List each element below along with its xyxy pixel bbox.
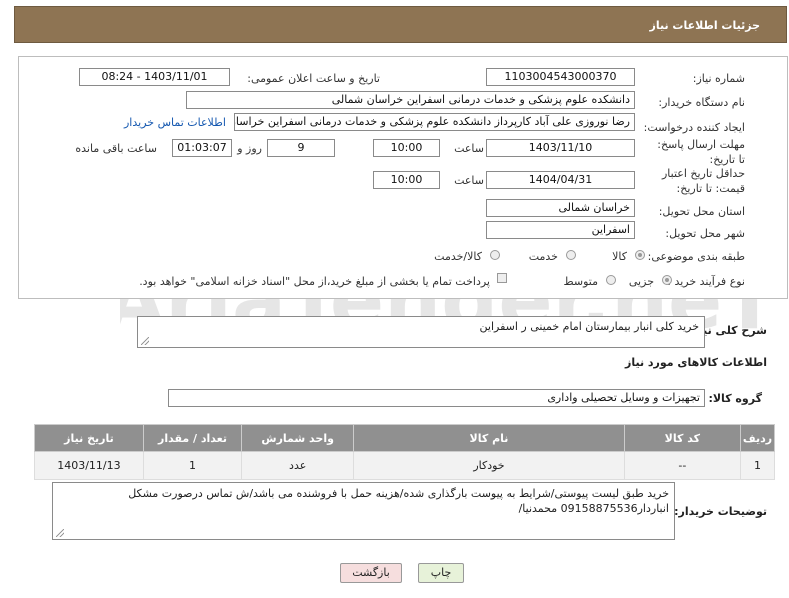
validity-date-field: 1404/04/31: [486, 171, 635, 189]
category-service-radio[interactable]: [566, 250, 576, 260]
deadline-time-field: 10:00: [373, 139, 440, 157]
goods-group-label: گروه کالا:: [708, 392, 762, 405]
buyer-org-label: نام دستگاه خریدار:: [658, 96, 745, 109]
treasury-checkbox[interactable]: [497, 273, 507, 283]
announce-label: تاریخ و ساعت اعلان عمومی:: [247, 72, 380, 85]
buyer-notes-text: خرید طبق لیست پیوستی/شرایط به پیوست بارگ…: [128, 487, 669, 515]
buyer-contact-link[interactable]: اطلاعات تماس خریدار: [124, 116, 226, 129]
need-number-label: شماره نیاز:: [692, 72, 745, 85]
process-minor-label: جزیی: [628, 275, 654, 288]
item-date-cell: 1403/11/13: [34, 451, 144, 480]
category-service-label: خدمت: [528, 250, 558, 263]
remaining-days-field: 9: [267, 139, 335, 157]
days-label: روز و: [237, 142, 262, 155]
category-both-label: کالا/خدمت: [434, 250, 482, 263]
col-qty-header: تعداد / مقدار: [142, 424, 243, 452]
row-index-cell: 1: [739, 451, 776, 480]
buyer-notes-label: توضیحات خریدار:: [674, 505, 767, 518]
summary-textarea[interactable]: خرید کلی انبار بیمارستان امام خمینی ر اس…: [137, 316, 705, 348]
item-qty-cell: 1: [142, 451, 243, 480]
category-goods-label: کالا: [612, 250, 627, 263]
validity-label: حداقل تاریخ اعتبار قیمت: تا تاریخ:: [661, 167, 745, 195]
goods-group-field: تجهیزات و وسایل تحصیلی واداری: [168, 389, 705, 407]
city-label: شهر محل تحویل:: [665, 227, 745, 240]
need-number-field: 1103004543000370: [486, 68, 635, 86]
process-label: نوع فرآیند خرید :: [667, 275, 745, 288]
remaining-time-field: 01:03:07: [172, 139, 232, 157]
validity-time-field: 10:00: [373, 171, 440, 189]
page-header: جزئیات اطلاعات نیاز: [14, 6, 787, 43]
announce-datetime-field: 1403/11/01 - 08:24: [79, 68, 230, 86]
item-unit-cell: عدد: [241, 451, 355, 480]
col-unit-header: واحد شمارش: [241, 424, 355, 452]
deadline-date-field: 1403/11/10: [486, 139, 635, 157]
col-row-header: ردیف: [739, 424, 776, 452]
col-name-header: نام کالا: [353, 424, 625, 452]
validity-time-label: ساعت: [454, 174, 484, 187]
remaining-label: ساعت باقی مانده: [75, 142, 157, 155]
item-name-cell: خودکار: [353, 451, 625, 480]
goods-info-title: اطلاعات کالاهای مورد نیاز: [625, 356, 767, 369]
process-medium-label: متوسط: [563, 275, 598, 288]
process-minor-radio[interactable]: [662, 275, 672, 285]
creator-label: ایجاد کننده درخواست:: [643, 121, 745, 134]
buyer-org-field: دانشکده علوم پزشکی و خدمات درمانی اسفرای…: [186, 91, 635, 109]
province-field: خراسان شمالی: [486, 199, 635, 217]
col-code-header: کد کالا: [623, 424, 741, 452]
process-medium-radio[interactable]: [606, 275, 616, 285]
table-header-row: ردیف کد کالا نام کالا واحد شمارش تعداد /…: [34, 424, 776, 452]
treasury-note: پرداخت تمام یا بخشی از مبلغ خرید،از محل …: [139, 275, 490, 288]
city-field: اسفراین: [486, 221, 635, 239]
resize-grip-icon[interactable]: [56, 529, 64, 537]
category-goods-radio[interactable]: [635, 250, 645, 260]
category-label: طبقه بندی موضوعی:: [647, 250, 745, 263]
summary-text: خرید کلی انبار بیمارستان امام خمینی ر اس…: [479, 320, 699, 333]
category-both-radio[interactable]: [490, 250, 500, 260]
back-button[interactable]: بازگشت: [340, 563, 402, 583]
resize-grip-icon[interactable]: [141, 337, 149, 345]
item-code-cell: --: [623, 451, 741, 480]
table-row: 1 -- خودکار عدد 1 1403/11/13: [34, 451, 776, 480]
print-button[interactable]: چاپ: [418, 563, 464, 583]
deadline-time-label: ساعت: [454, 142, 484, 155]
province-label: استان محل تحویل:: [658, 205, 745, 218]
goods-table: ردیف کد کالا نام کالا واحد شمارش تعداد /…: [34, 424, 776, 480]
deadline-label: مهلت ارسال پاسخ: تا تاریخ:: [657, 138, 745, 166]
col-date-header: تاریخ نیاز: [34, 424, 144, 452]
buyer-notes-textarea[interactable]: خرید طبق لیست پیوستی/شرایط به پیوست بارگ…: [52, 482, 675, 540]
creator-field: رضا نوروزی علی آباد کارپرداز دانشکده علو…: [234, 113, 635, 131]
